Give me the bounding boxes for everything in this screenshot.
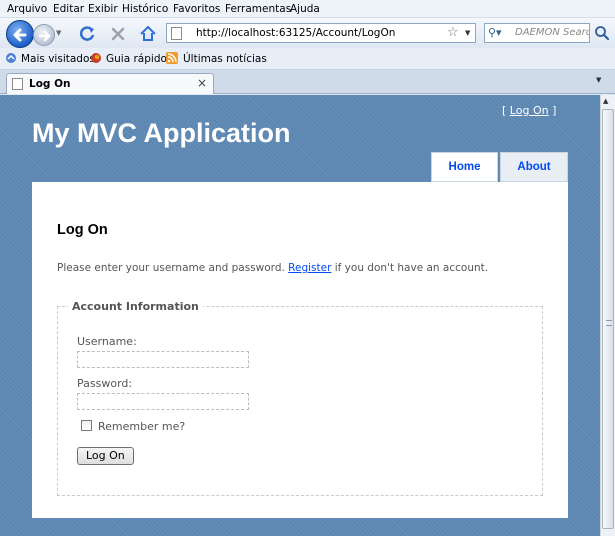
tab-page-icon	[12, 78, 23, 90]
forward-button[interactable]	[33, 24, 55, 46]
bookmark-most-visited[interactable]: Mais visitados	[21, 53, 95, 65]
close-tab-icon[interactable]: ×	[197, 76, 207, 90]
register-link[interactable]: Register	[288, 262, 331, 274]
search-icon[interactable]	[594, 25, 610, 41]
main-content: Log On Please enter your username and pa…	[32, 182, 568, 518]
tab-log-on[interactable]: Log On ×	[6, 73, 214, 94]
nav-home[interactable]: Home	[431, 152, 498, 182]
forward-arrow-icon	[38, 30, 51, 42]
page-viewport: [ Log On ] My MVC Application Home About…	[0, 95, 600, 536]
password-input[interactable]	[77, 393, 249, 410]
scroll-up-arrow-icon[interactable]: ▲	[603, 97, 613, 107]
firefox-logo-icon	[91, 53, 101, 63]
most-visited-icon	[6, 53, 16, 63]
menu-exibir[interactable]: Exibir	[88, 3, 118, 15]
search-input[interactable]: DAEMON Search	[515, 27, 589, 38]
login-bracket-close: ]	[548, 104, 557, 117]
back-button[interactable]	[6, 20, 34, 48]
header-log-on-link[interactable]: Log On	[510, 104, 549, 117]
reload-icon[interactable]	[77, 24, 97, 44]
nav-about[interactable]: About	[500, 152, 568, 182]
search-engine-icon[interactable]: ⚲▾	[488, 26, 506, 40]
log-on-submit-button[interactable]: Log On	[77, 447, 134, 465]
site-title: My MVC Application	[32, 118, 291, 148]
navigation-toolbar: ▼ http://localhost:63125/Account/LogOn ☆…	[0, 18, 615, 48]
tab-title: Log On	[29, 78, 71, 90]
remember-me-label[interactable]: Remember me?	[98, 420, 185, 433]
menu-historico[interactable]: Histórico	[122, 3, 168, 15]
username-label: Username:	[77, 335, 137, 348]
menu-favoritos[interactable]: Favoritos	[173, 3, 220, 15]
menu-ajuda[interactable]: Ajuda	[290, 3, 320, 15]
fieldset-legend: Account Information	[68, 300, 203, 313]
menu-editar[interactable]: Editar	[53, 3, 84, 15]
home-icon[interactable]	[138, 24, 158, 44]
browser-window: Arquivo Editar Exibir Histórico Favorito…	[0, 0, 615, 536]
tab-bar: Log On × ▼	[0, 70, 615, 94]
bookmarks-toolbar: Mais visitados Guia rápido Últimas notíc…	[0, 48, 615, 70]
rss-feed-icon	[166, 52, 178, 64]
search-box[interactable]: ⚲▾ DAEMON Search	[484, 23, 590, 43]
address-bar[interactable]: http://localhost:63125/Account/LogOn ☆ ▼	[166, 23, 476, 43]
back-arrow-icon	[13, 28, 27, 42]
page-heading: Log On	[57, 222, 108, 238]
intro-text: Please enter your username and password.…	[57, 262, 488, 274]
menu-arquivo[interactable]: Arquivo	[7, 3, 47, 15]
address-bar-url[interactable]: http://localhost:63125/Account/LogOn	[196, 27, 395, 39]
address-dropdown-icon[interactable]: ▼	[465, 29, 470, 37]
login-bracket-open: [	[502, 104, 510, 117]
bookmark-star-icon[interactable]: ☆	[447, 25, 459, 40]
menu-ferramentas[interactable]: Ferramentas	[225, 3, 291, 15]
account-information-fieldset: Account Information Username: Password: …	[57, 300, 543, 496]
remember-me-checkbox[interactable]	[81, 420, 92, 431]
username-input[interactable]	[77, 351, 249, 368]
page-icon	[171, 27, 182, 40]
password-label: Password:	[77, 377, 133, 390]
vertical-scrollbar[interactable]: ▲	[600, 95, 615, 536]
login-display: [ Log On ]	[502, 104, 556, 117]
intro-text-after: if you don't have an account.	[331, 262, 489, 274]
browser-menu-bar: Arquivo Editar Exibir Histórico Favorito…	[0, 0, 615, 18]
tab-list-dropdown-icon[interactable]: ▼	[596, 76, 608, 88]
scrollbar-grip-icon	[606, 320, 612, 326]
scrollbar-thumb[interactable]	[602, 109, 614, 529]
stop-icon[interactable]	[108, 24, 128, 44]
bookmark-quick-guide[interactable]: Guia rápido	[106, 53, 167, 65]
bookmark-latest-news[interactable]: Últimas notícias	[183, 53, 267, 65]
intro-text-before: Please enter your username and password.	[57, 262, 289, 274]
history-dropdown-icon[interactable]: ▼	[56, 29, 66, 41]
